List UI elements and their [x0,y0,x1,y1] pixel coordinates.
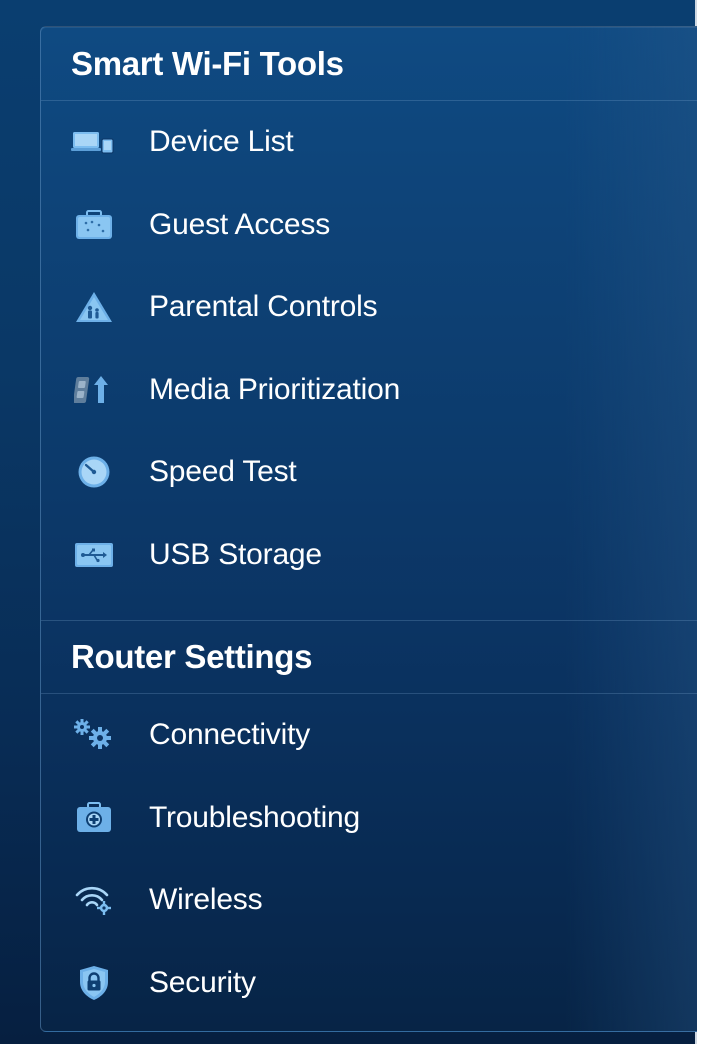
menu-item-usb-storage[interactable]: USB Storage [41,514,697,597]
device-list-icon [69,122,119,162]
security-icon [69,963,119,1003]
app-frame: Smart Wi-Fi Tools Device List Guest Acce… [0,0,697,1044]
menu-item-label: USB Storage [149,537,322,571]
router-settings-list: Connectivity Troubleshooting Wireless Se… [41,694,697,1024]
menu-item-label: Wireless [149,883,263,917]
navigation-panel: Smart Wi-Fi Tools Device List Guest Acce… [40,26,697,1032]
menu-item-label: Troubleshooting [149,800,361,834]
wireless-icon [69,880,119,920]
section-header-router-settings: Router Settings [41,620,697,694]
menu-item-connectivity[interactable]: Connectivity [41,694,697,777]
menu-item-label: Media Prioritization [149,372,401,406]
menu-item-wireless[interactable]: Wireless [41,859,697,942]
speed-test-icon [69,452,119,492]
menu-item-media-prioritization[interactable]: Media Prioritization [41,349,697,432]
menu-item-troubleshooting[interactable]: Troubleshooting [41,777,697,860]
menu-item-device-list[interactable]: Device List [41,101,697,184]
menu-item-security[interactable]: Security [41,942,697,1025]
menu-item-parental-controls[interactable]: Parental Controls [41,266,697,349]
parental-controls-icon [69,287,119,327]
menu-item-speed-test[interactable]: Speed Test [41,431,697,514]
section-header-smart-wifi-tools: Smart Wi-Fi Tools [41,27,697,101]
menu-item-label: Security [149,965,256,999]
usb-storage-icon [69,535,119,575]
connectivity-icon [69,715,119,755]
menu-item-label: Connectivity [149,718,311,752]
menu-item-guest-access[interactable]: Guest Access [41,184,697,267]
smart-wifi-tools-list: Device List Guest Access Parental Contro… [41,101,697,596]
media-prioritization-icon [69,370,119,410]
menu-item-label: Parental Controls [149,290,378,324]
menu-item-label: Guest Access [149,207,331,241]
guest-access-icon [69,205,119,245]
menu-item-label: Speed Test [149,455,297,489]
troubleshooting-icon [69,798,119,838]
menu-item-label: Device List [149,125,294,159]
